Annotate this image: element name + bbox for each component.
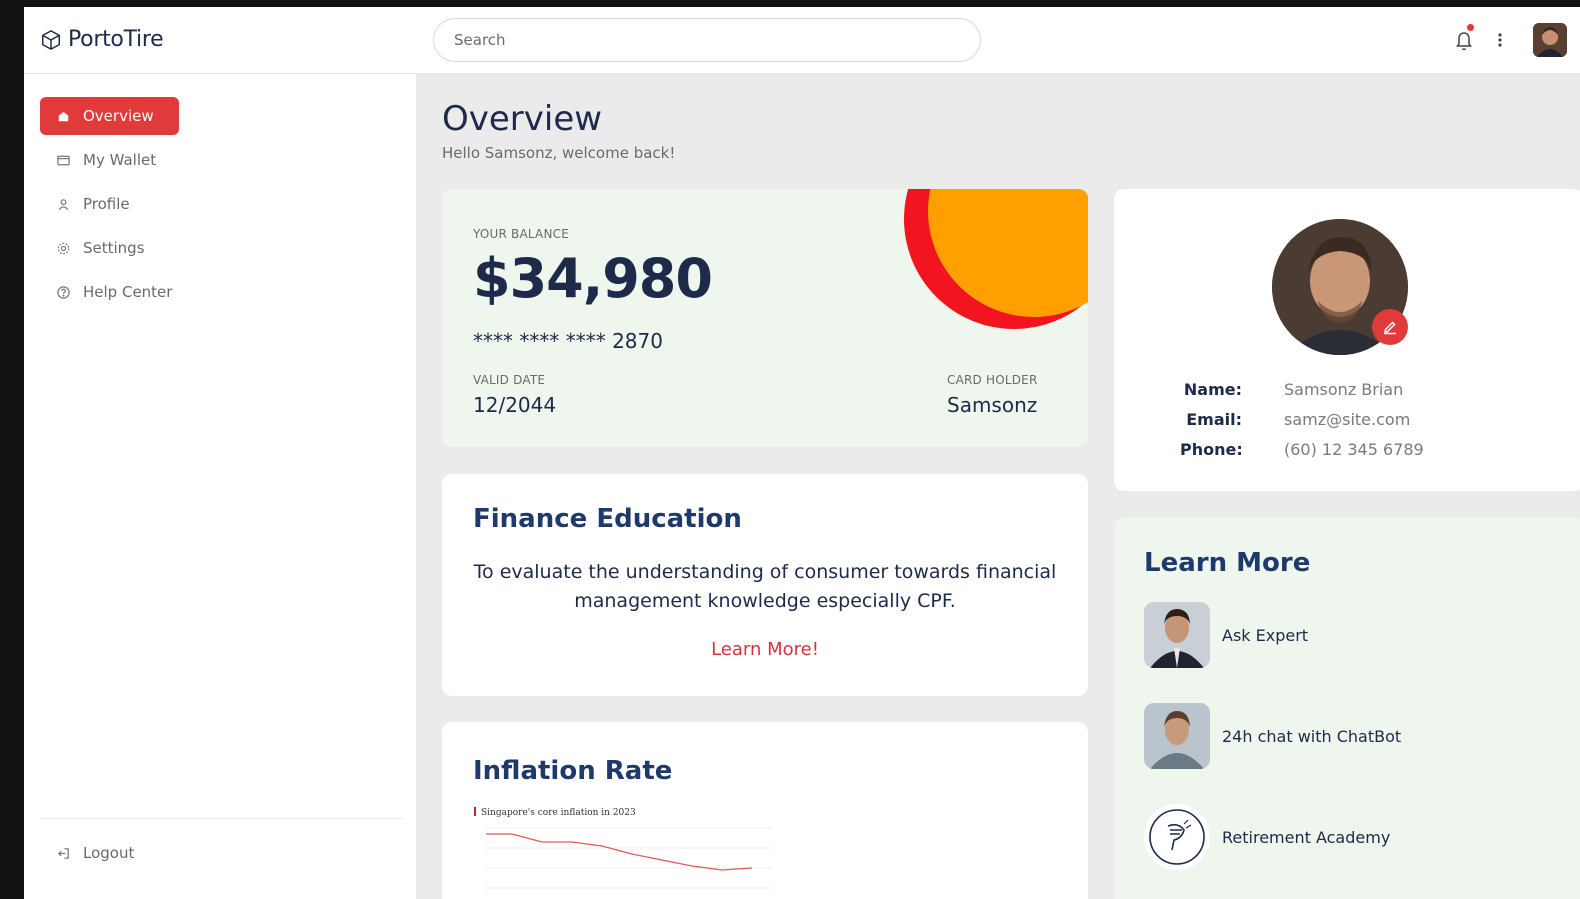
learn-item-label: Ask Expert — [1222, 625, 1309, 645]
page-title: Overview — [442, 99, 603, 139]
valid-date-value: 12/2044 — [473, 393, 557, 417]
cube-icon — [42, 29, 60, 50]
home-icon — [58, 111, 69, 121]
edit-icon — [1384, 321, 1396, 335]
learn-more-title: Learn More — [1144, 548, 1311, 578]
learn-item-label: Retirement Academy — [1222, 827, 1391, 847]
sidebar-item-profile[interactable]: Profile — [40, 185, 146, 223]
sidebar-item-settings[interactable]: Settings — [40, 229, 161, 267]
avatar-image — [1533, 23, 1567, 57]
learn-more-card: Learn More Ask Expert 24h chat with Chat… — [1114, 518, 1580, 899]
sidebar-item-help-center[interactable]: Help Center — [40, 273, 188, 311]
search-input[interactable] — [433, 18, 981, 62]
learn-item-label: 24h chat with ChatBot — [1222, 726, 1402, 746]
profile-name-value: Samsonz Brian — [1284, 380, 1404, 399]
app-window: PortoTire Overview My Wallet — [24, 7, 1580, 899]
sidebar-item-my-wallet[interactable]: My Wallet — [40, 141, 172, 179]
card-holder-value: Samsonz — [947, 393, 1038, 417]
wallet-icon — [57, 155, 70, 165]
valid-date-label: VALID DATE — [473, 373, 546, 387]
sidebar-item-label: Profile — [83, 195, 130, 213]
card-number: **** **** **** 2870 — [473, 329, 663, 353]
sidebar-item-label: Settings — [83, 239, 145, 257]
inflation-chart-image: Singapore's core inflation in 2023 — [474, 807, 772, 889]
brand-name: PortoTire — [68, 27, 164, 52]
logout-label: Logout — [83, 844, 135, 862]
diploma-icon — [1149, 809, 1205, 865]
top-bar: PortoTire — [24, 7, 1580, 74]
balance-label: YOUR BALANCE — [473, 227, 570, 241]
sidebar: Overview My Wallet Profile Settings Help… — [24, 74, 416, 899]
inflation-rate-card: Inflation Rate Singapore's core inflatio… — [442, 722, 1088, 899]
logout-icon — [57, 847, 69, 859]
chart-title: Singapore's core inflation in 2023 — [481, 808, 636, 818]
profile-phone-value: (60) 12 345 6789 — [1284, 440, 1424, 459]
bell-icon[interactable] — [1454, 29, 1474, 51]
profile-email-label: Email: — [1186, 410, 1242, 429]
help-icon — [57, 285, 70, 299]
expert-portrait — [1144, 602, 1210, 668]
profile-phone-label: Phone: — [1180, 440, 1243, 459]
inflation-mini-chart: Singapore's core inflation in 2023 — [472, 804, 782, 899]
notification-dot — [1467, 24, 1474, 31]
learn-more-link[interactable]: Learn More! — [442, 639, 1088, 660]
academy-icon-wrap — [1144, 804, 1210, 870]
profile-card: Name: Samsonz Brian Email: samz@site.com… — [1114, 189, 1580, 491]
expert-photo — [1144, 602, 1210, 668]
learn-item-retirement-academy[interactable]: Retirement Academy — [1144, 804, 1390, 870]
edit-profile-button[interactable] — [1372, 309, 1408, 345]
finance-education-card: Finance Education To evaluate the unders… — [442, 474, 1088, 696]
card-holder-label: CARD HOLDER — [947, 373, 1038, 387]
sidebar-item-label: Help Center — [83, 283, 173, 301]
page-subtitle: Hello Samsonz, welcome back! — [442, 144, 676, 162]
user-icon — [58, 198, 69, 210]
logout-button[interactable]: Logout — [40, 834, 150, 872]
sidebar-divider — [40, 818, 402, 819]
inflation-rate-title: Inflation Rate — [473, 756, 673, 786]
finance-education-text: To evaluate the understanding of consume… — [473, 561, 1057, 612]
card-brand-graphic — [904, 189, 1088, 329]
learn-item-ask-expert[interactable]: Ask Expert — [1144, 602, 1308, 668]
learn-item-chatbot[interactable]: 24h chat with ChatBot — [1144, 703, 1401, 769]
balance-card[interactable]: YOUR BALANCE $34,980 **** **** **** 2870… — [442, 189, 1088, 447]
user-avatar[interactable] — [1533, 23, 1567, 57]
chatbot-portrait — [1144, 703, 1210, 769]
more-vertical-icon[interactable] — [1494, 29, 1506, 51]
brand-logo[interactable]: PortoTire — [40, 27, 164, 52]
sidebar-item-label: Overview — [83, 107, 154, 125]
gear-icon — [57, 242, 70, 254]
balance-amount: $34,980 — [473, 247, 713, 310]
sidebar-item-label: My Wallet — [83, 151, 157, 169]
chatbot-photo — [1144, 703, 1210, 769]
profile-email-value: samz@site.com — [1284, 410, 1411, 429]
profile-name-label: Name: — [1183, 380, 1242, 399]
finance-education-title: Finance Education — [473, 504, 742, 534]
sidebar-item-overview[interactable]: Overview — [40, 97, 179, 135]
